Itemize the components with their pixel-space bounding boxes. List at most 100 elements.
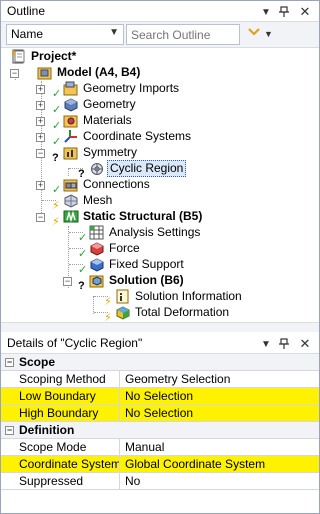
window-menu-icon[interactable]: ▼ [259,5,273,19]
total-deformation-icon [115,305,131,320]
property-row[interactable]: Scoping Method Geometry Selection [1,371,319,388]
geometry-icon [63,97,79,112]
check-status-icon: ✓ [52,184,62,196]
property-key: Scope Mode [1,439,120,455]
tree-item-force[interactable]: Force [89,240,142,256]
expand-chevron-icon[interactable] [247,25,261,41]
close-icon[interactable]: ✕ [298,4,312,19]
window-menu-icon[interactable]: ▼ [259,337,273,351]
pin-icon[interactable] [277,5,291,19]
outline-titlebar: Outline ▼ ✕ [1,1,319,22]
expand-icon[interactable]: + [36,101,45,110]
outline-title: Outline [7,4,46,18]
tree-label: Materials [83,112,132,127]
tree-label: Analysis Settings [109,224,201,239]
tree-item-solution-information[interactable]: Solution Information [115,288,244,304]
analysis-settings-icon [89,225,105,240]
search-outline-input[interactable] [126,24,240,45]
tree-label: Fixed Support [109,256,184,271]
property-key: Scoping Method [1,371,120,387]
property-value[interactable]: No Selection [120,388,319,404]
static-structural-icon [63,209,79,224]
property-row[interactable]: Suppressed No [1,473,319,490]
details-title: Details of "Cyclic Region" [7,336,143,350]
expand-icon[interactable]: + [36,117,45,126]
section-header-definition[interactable]: − Definition [1,422,319,439]
expand-icon[interactable]: + [36,85,45,94]
tree-label: Solution (B6) [109,272,184,287]
materials-icon [63,113,79,128]
tree-item-fixed-support[interactable]: Fixed Support [89,256,186,272]
fixed-support-icon [89,257,105,272]
tree-item-model[interactable]: Model (A4, B4) [37,64,142,80]
property-row[interactable]: High Boundary No Selection [1,405,319,422]
tree-label: Connections [83,176,150,191]
pin-icon[interactable] [277,337,291,351]
property-value[interactable]: No Selection [120,405,319,421]
collapse-icon[interactable]: − [36,149,45,158]
tree-item-geometry-imports[interactable]: Geometry Imports [63,80,181,96]
property-value[interactable]: Manual [120,439,319,455]
tree-item-symmetry[interactable]: Symmetry [63,144,139,160]
tree-label: Symmetry [83,144,137,159]
tree-item-analysis-settings[interactable]: Analysis Settings [89,224,202,240]
property-value[interactable]: Geometry Selection [120,371,319,387]
property-row[interactable]: Scope Mode Manual [1,439,319,456]
check-status-icon: ✓ [52,120,62,132]
check-status-icon: ✓ [78,232,88,244]
check-status-icon: ✓ [78,248,88,260]
solution-icon [89,273,105,288]
tree-item-static-structural[interactable]: Static Structural (B5) [63,208,204,224]
close-icon[interactable]: ✕ [298,336,312,351]
details-titlebar: Details of "Cyclic Region" ▼ ✕ [1,332,319,354]
solution-information-icon [115,289,131,304]
tree-label: Cyclic Region [107,159,187,177]
tree-label: Static Structural (B5) [83,208,203,223]
collapse-icon[interactable]: − [5,426,14,435]
cyclic-region-icon [89,161,105,176]
collapse-icon[interactable]: − [10,69,19,78]
property-row[interactable]: Coordinate System Global Coordinate Syst… [1,456,319,473]
property-key: Suppressed [1,473,120,489]
name-filter-select[interactable]: Name ▼ [6,24,124,45]
question-status-icon: ? [52,152,59,164]
tree-item-total-deformation[interactable]: Total Deformation [115,304,231,320]
lightning-status-icon: ⚡ [52,216,60,228]
tree-item-mesh[interactable]: Mesh [63,192,114,208]
tree-item-connections[interactable]: Connections [63,176,152,192]
tree-label: Coordinate Systems [83,128,192,143]
model-icon [37,65,53,80]
property-value[interactable]: Global Coordinate System [120,456,319,472]
tree-item-materials[interactable]: Materials [63,112,134,128]
tree-label: Model (A4, B4) [57,64,141,79]
tree-label: Geometry Imports [83,80,180,95]
tree-label: Solution Information [135,288,242,303]
property-row[interactable]: Low Boundary No Selection [1,388,319,405]
tree-item-solution[interactable]: Solution (B6) [89,272,186,288]
tree-item-coordinate-systems[interactable]: Coordinate Systems [63,128,193,144]
symmetry-icon [63,145,79,160]
mesh-icon [63,193,79,208]
lightning-status-icon: ⚡ [52,200,60,212]
outline-toolbar: Name ▼ ▼ [1,22,319,48]
expand-icon[interactable]: + [36,133,45,142]
collapse-icon[interactable]: − [36,213,45,222]
property-value[interactable]: No [120,473,319,489]
pane-splitter[interactable] [1,322,319,332]
tree-item-cyclic-region[interactable]: Cyclic Region [89,159,187,177]
project-icon [11,49,27,64]
collapse-icon[interactable]: − [5,358,14,367]
tree-label: Total Deformation [135,304,230,319]
check-status-icon: ✓ [52,104,62,116]
expand-icon[interactable]: + [36,181,45,190]
property-key: Low Boundary [1,388,120,404]
tree-label: Force [109,240,140,255]
section-header-scope[interactable]: − Scope [1,354,319,371]
dropdown-arrow-icon[interactable]: ▼ [264,29,273,39]
collapse-icon[interactable]: − [63,277,72,286]
name-filter-value: Name [11,27,44,41]
question-status-icon: ? [78,280,85,292]
tree-item-geometry[interactable]: Geometry [63,96,138,112]
tree-label: Project* [31,48,77,63]
tree-item-project[interactable]: Project* [11,48,78,64]
